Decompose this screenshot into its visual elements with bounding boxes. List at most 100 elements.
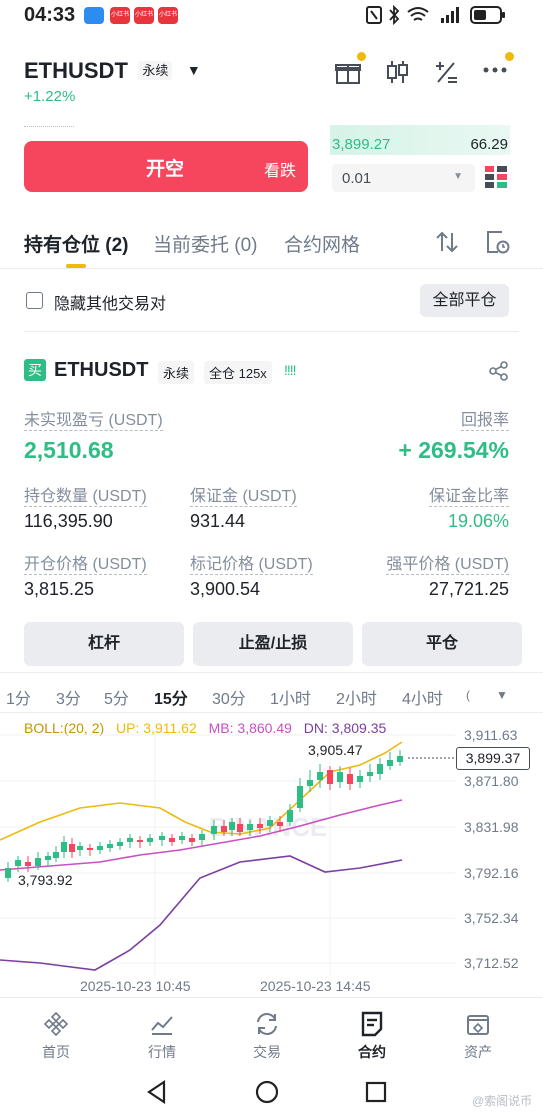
- chevron-down-icon[interactable]: ▼: [187, 62, 201, 78]
- timeframe-5m[interactable]: 5分: [104, 685, 129, 709]
- position-size-value: 116,395.90: [24, 511, 113, 531]
- entry-price-value: 3,815.25: [24, 579, 95, 599]
- high-price-marker: 3,905.47: [308, 742, 363, 758]
- status-time: 04:33: [24, 4, 76, 26]
- candle-body: [367, 772, 373, 776]
- candle-body: [211, 826, 217, 834]
- nav-markets[interactable]: 行情: [122, 1010, 202, 1062]
- nav-wallet[interactable]: 资产: [438, 1010, 518, 1062]
- back-icon[interactable]: [146, 1080, 168, 1104]
- candlestick-icon[interactable]: [384, 58, 410, 86]
- candle-body: [179, 836, 185, 840]
- recents-icon[interactable]: [365, 1081, 387, 1103]
- more-icon[interactable]: [482, 66, 508, 74]
- y-axis-tick: 3,871.80: [464, 773, 519, 789]
- y-axis-tick: 3,712.52: [464, 955, 519, 971]
- nav-home[interactable]: 首页: [16, 1010, 96, 1062]
- liquidation-price-value: 27,721.25: [428, 579, 509, 599]
- calculator-icon[interactable]: [432, 58, 460, 86]
- futures-icon: [361, 1011, 383, 1037]
- sort-icon[interactable]: [434, 229, 460, 255]
- y-axis-tick: 3,752.34: [464, 910, 519, 926]
- tp-sl-button[interactable]: 止盈/止损: [193, 622, 353, 666]
- tab-open-orders-label: 当前委托 (0): [153, 235, 258, 256]
- hide-others-checkbox[interactable]: [26, 292, 43, 309]
- divider: [24, 331, 519, 332]
- x-axis-tick: 2025-10-23 14:45: [260, 978, 371, 994]
- tab-positions[interactable]: 持有仓位 (2): [24, 230, 129, 257]
- x-axis-tick: 2025-10-23 10:45: [80, 978, 191, 994]
- orderbook-bid-row[interactable]: 3,899.27 66.29: [330, 125, 510, 155]
- unrealized-pnl-value: 2,510.68: [24, 437, 114, 463]
- orderbook-layout-icon[interactable]: [485, 166, 507, 188]
- orderbook-bid-price: 3,899.27: [332, 136, 391, 153]
- depth-select-value: 0.01: [342, 170, 372, 187]
- roe-label: 回报率: [460, 406, 509, 431]
- share-icon[interactable]: [489, 361, 509, 381]
- close-position-button[interactable]: 平仓: [362, 622, 522, 666]
- timeframe-1m[interactable]: 1分: [6, 685, 31, 709]
- y-axis-tick: 3,911.63: [464, 727, 518, 743]
- tab-open-orders[interactable]: 当前委托 (0): [153, 230, 258, 257]
- nav-home-label: 首页: [42, 1044, 70, 1060]
- history-icon[interactable]: [484, 229, 510, 255]
- xiaohongshu-notification-icon: 小红书: [158, 7, 178, 24]
- candle-body: [229, 822, 235, 830]
- candle-body: [327, 770, 333, 784]
- candle-body: [53, 852, 59, 858]
- candle-body: [69, 844, 75, 852]
- home-button-icon[interactable]: [255, 1080, 279, 1104]
- nav-futures-label: 合约: [358, 1044, 386, 1060]
- chevron-down-icon[interactable]: ▼: [496, 688, 508, 702]
- tab-grid[interactable]: 合约网格: [284, 230, 360, 257]
- notification-dot: [505, 52, 514, 61]
- long-side-badge: 买: [24, 359, 46, 381]
- open-short-button[interactable]: 开空 看跌: [24, 141, 308, 192]
- tab-positions-label: 持有仓位 (2): [24, 235, 129, 256]
- candle-body: [35, 858, 41, 866]
- candle-body: [277, 822, 283, 826]
- timeframe-4h[interactable]: 4小时: [402, 685, 443, 709]
- candle-body: [107, 844, 113, 848]
- margin-value: 931.44: [190, 511, 246, 531]
- timeframe-more-button[interactable]: (: [466, 688, 470, 702]
- timeframe-30m[interactable]: 30分: [212, 685, 246, 709]
- dotted-separator: [24, 126, 74, 127]
- nav-trade[interactable]: 交易: [227, 1010, 307, 1062]
- candle-body: [297, 786, 303, 808]
- y-axis-tick: 3,831.98: [464, 819, 519, 835]
- xiaohongshu-notification-icon: 小红书: [110, 7, 130, 24]
- mark-price-label: 标记价格 (USDT): [190, 550, 313, 575]
- unrealized-pnl-label: 未实现盈亏 (USDT): [24, 406, 163, 431]
- candle-body: [267, 820, 273, 826]
- liquidation-price-label: 强平价格 (USDT): [386, 550, 509, 575]
- nav-futures[interactable]: 合约: [332, 1010, 412, 1062]
- tab-grid-label: 合约网格: [284, 235, 361, 256]
- gift-icon[interactable]: [334, 58, 362, 86]
- depth-select[interactable]: 0.01 ▼: [332, 164, 475, 192]
- candle-body: [337, 772, 343, 782]
- timeframe-1h[interactable]: 1小时: [270, 685, 311, 709]
- trade-icon: [257, 1013, 277, 1035]
- wallet-icon: [467, 1015, 489, 1035]
- candle-body: [77, 846, 83, 850]
- candle-body: [287, 810, 293, 822]
- last-price-tag: 3,899.37: [456, 747, 530, 770]
- position-symbol: ETHUSDT: [54, 359, 149, 381]
- candle-body: [257, 824, 263, 828]
- margin-mode-badge: 全仓 125x: [204, 361, 272, 384]
- timeframe-2h[interactable]: 2小时: [336, 685, 377, 709]
- symbol-header[interactable]: ETHUSDT 永续 ▼: [24, 58, 201, 84]
- close-all-button[interactable]: 全部平仓: [420, 284, 509, 317]
- price-change: +1.22%: [24, 88, 76, 105]
- symbol-title: ETHUSDT: [24, 58, 128, 83]
- wifi-icon: [407, 7, 429, 21]
- leverage-button[interactable]: 杠杆: [24, 622, 184, 666]
- candle-body: [237, 824, 243, 832]
- home-icon: [43, 1011, 69, 1037]
- divider: [0, 672, 543, 673]
- timeframe-3m[interactable]: 3分: [56, 685, 81, 709]
- candle-body: [357, 776, 363, 782]
- timeframe-15m[interactable]: 15分: [154, 685, 188, 709]
- message-notification-icon: [84, 7, 104, 24]
